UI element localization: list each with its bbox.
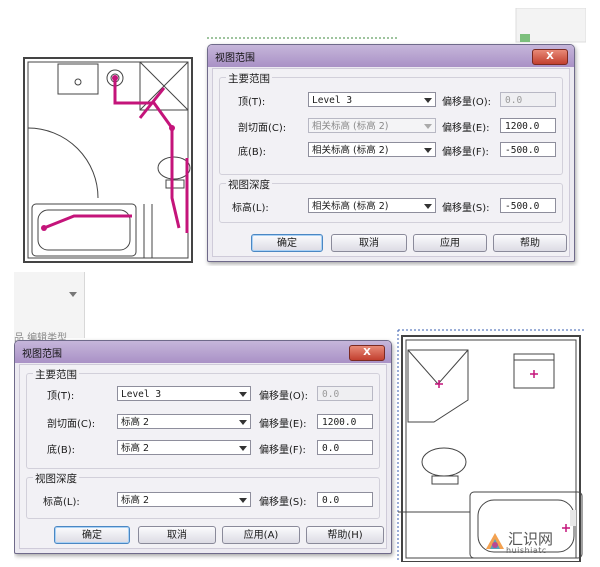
site-logo-icon: [486, 533, 504, 549]
bottom-row: 底(B): 相关标高 (标高 2) 偏移量(F): -500.0: [220, 142, 562, 158]
apply-button[interactable]: 应用(A): [222, 526, 300, 544]
bottom-label: 底(B):: [47, 445, 76, 456]
dropdown-arrow-icon: [239, 392, 247, 397]
dropdown-arrow-icon: [239, 498, 247, 503]
cut-plane-row: 剖切面(C): 相关标高 (标高 2) 偏移量(E): 1200.0: [220, 118, 562, 134]
bottom-select[interactable]: 标高 2: [117, 440, 251, 455]
level-label: 标高(L):: [232, 203, 269, 214]
dialog-title: 视图范围: [22, 349, 62, 360]
cut-plane-offset-label: 偏移量(E):: [442, 123, 490, 134]
dialog-body: 主要范围 顶(T): Level 3 偏移量(O): 0.0 剖切面(C): 相…: [212, 68, 570, 257]
bottom-offset-input[interactable]: 0.0: [317, 440, 373, 455]
level-row: 标高(L): 标高 2 偏移量(S): 0.0: [27, 492, 379, 508]
top-select[interactable]: Level 3: [117, 386, 251, 401]
top-offset-input[interactable]: 0.0: [317, 386, 373, 401]
view-depth-title: 视图深度: [33, 471, 79, 486]
bottom-offset-input[interactable]: -500.0: [500, 142, 556, 157]
top-select-value: Level 3: [312, 95, 353, 106]
bottom-offset-label: 偏移量(F):: [259, 445, 306, 456]
bathtub-top: [31, 203, 137, 257]
level-offset-input[interactable]: -500.0: [500, 198, 556, 213]
close-button[interactable]: X: [349, 345, 385, 361]
bottom-select-value: 标高 2: [121, 443, 150, 454]
apply-button[interactable]: 应用: [413, 234, 487, 252]
toilet-top: [157, 156, 191, 180]
pipe-markers-bottom: [435, 370, 570, 532]
screenshot-bottom: 品 编辑类型 视图范围 X 主要范围 顶(T): Level 3 偏移量(O):…: [14, 272, 586, 562]
dialog-title-bar: 视图范围 X: [208, 45, 574, 67]
level-offset-input[interactable]: 0.0: [317, 492, 373, 507]
top-offset-input[interactable]: 0.0: [500, 92, 556, 107]
view-range-dialog-bottom: 视图范围 X 主要范围 顶(T): Level 3 偏移量(O): 0.0 剖切…: [14, 340, 392, 554]
dialog-body: 主要范围 顶(T): Level 3 偏移量(O): 0.0 剖切面(C): 标…: [19, 364, 387, 549]
toilet-bottom: [421, 447, 467, 477]
top-offset-label: 偏移量(O):: [259, 391, 309, 402]
primary-range-group: 主要范围 顶(T): Level 3 偏移量(O): 0.0 剖切面(C): 相…: [219, 71, 563, 175]
primary-range-group: 主要范围 顶(T): Level 3 偏移量(O): 0.0 剖切面(C): 标…: [26, 367, 380, 469]
ok-button[interactable]: 确定: [54, 526, 130, 544]
ok-button[interactable]: 确定: [251, 234, 323, 252]
view-range-dialog-top: 视图范围 X 主要范围 顶(T): Level 3 偏移量(O): 0.0 剖切…: [207, 44, 575, 262]
dropdown-arrow-icon: [239, 420, 247, 425]
view-depth-group: 视图深度 标高(L): 相关标高 (标高 2) 偏移量(S): -500.0: [219, 177, 563, 223]
dialog-title: 视图范围: [215, 53, 255, 64]
top-offset-label: 偏移量(O):: [442, 97, 492, 108]
dropdown-arrow-icon: [239, 446, 247, 451]
cut-plane-select-value: 相关标高 (标高 2): [312, 121, 389, 132]
level-select-value: 标高 2: [121, 495, 150, 506]
watermark-url: huishiatc: [506, 546, 547, 555]
bottom-row: 底(B): 标高 2 偏移量(F): 0.0: [27, 440, 379, 456]
level-select-value: 相关标高 (标高 2): [312, 201, 389, 212]
cancel-button[interactable]: 取消: [331, 234, 407, 252]
close-icon: X: [546, 51, 554, 62]
close-icon: X: [363, 347, 371, 358]
close-button[interactable]: X: [532, 49, 568, 65]
primary-range-title: 主要范围: [226, 71, 272, 86]
bottom-offset-label: 偏移量(F):: [442, 147, 489, 158]
dropdown-arrow-icon: [424, 124, 432, 129]
help-button[interactable]: 帮助(H): [306, 526, 384, 544]
cut-plane-select-value: 标高 2: [121, 417, 150, 428]
top-label: 顶(T):: [47, 391, 75, 402]
view-depth-group: 视图深度 标高(L): 标高 2 偏移量(S): 0.0: [26, 471, 380, 519]
door-swing-top: [27, 127, 99, 199]
cut-plane-label: 剖切面(C):: [238, 123, 287, 134]
top-label: 顶(T):: [238, 97, 266, 108]
top-row: 顶(T): Level 3 偏移量(O): 0.0: [27, 386, 379, 402]
dropdown-arrow-icon: [424, 148, 432, 153]
cut-plane-offset-input[interactable]: 1200.0: [317, 414, 373, 429]
level-label: 标高(L):: [43, 497, 80, 508]
bottom-label: 底(B):: [238, 147, 267, 158]
cut-plane-label: 剖切面(C):: [47, 419, 96, 430]
dialog-title-bar: 视图范围 X: [15, 341, 391, 363]
view-depth-title: 视图深度: [226, 177, 272, 192]
level-select[interactable]: 标高 2: [117, 492, 251, 507]
cancel-button[interactable]: 取消: [138, 526, 216, 544]
level-select[interactable]: 相关标高 (标高 2): [308, 198, 436, 213]
cut-plane-select[interactable]: 相关标高 (标高 2): [308, 118, 436, 133]
top-row: 顶(T): Level 3 偏移量(O): 0.0: [220, 92, 562, 108]
help-button[interactable]: 帮助: [493, 234, 567, 252]
primary-range-title: 主要范围: [33, 367, 79, 382]
top-select-value: Level 3: [121, 389, 162, 400]
level-offset-label: 偏移量(S):: [259, 497, 307, 508]
level-offset-label: 偏移量(S):: [442, 203, 490, 214]
bottom-select-value: 相关标高 (标高 2): [312, 145, 389, 156]
cut-plane-offset-label: 偏移量(E):: [259, 419, 307, 430]
watermark: 汇识网 huishiatc: [484, 530, 586, 556]
level-row: 标高(L): 相关标高 (标高 2) 偏移量(S): -500.0: [220, 198, 562, 214]
dropdown-arrow-icon: [424, 204, 432, 209]
dropdown-arrow-icon: [424, 98, 432, 103]
bottom-select[interactable]: 相关标高 (标高 2): [308, 142, 436, 157]
screenshot-top: 视图范围 X 主要范围 顶(T): Level 3 偏移量(O): 0.0 剖切…: [14, 8, 586, 266]
cut-plane-row: 剖切面(C): 标高 2 偏移量(E): 1200.0: [27, 414, 379, 430]
top-select[interactable]: Level 3: [308, 92, 436, 107]
cut-plane-offset-input[interactable]: 1200.0: [500, 118, 556, 133]
cut-plane-select[interactable]: 标高 2: [117, 414, 251, 429]
